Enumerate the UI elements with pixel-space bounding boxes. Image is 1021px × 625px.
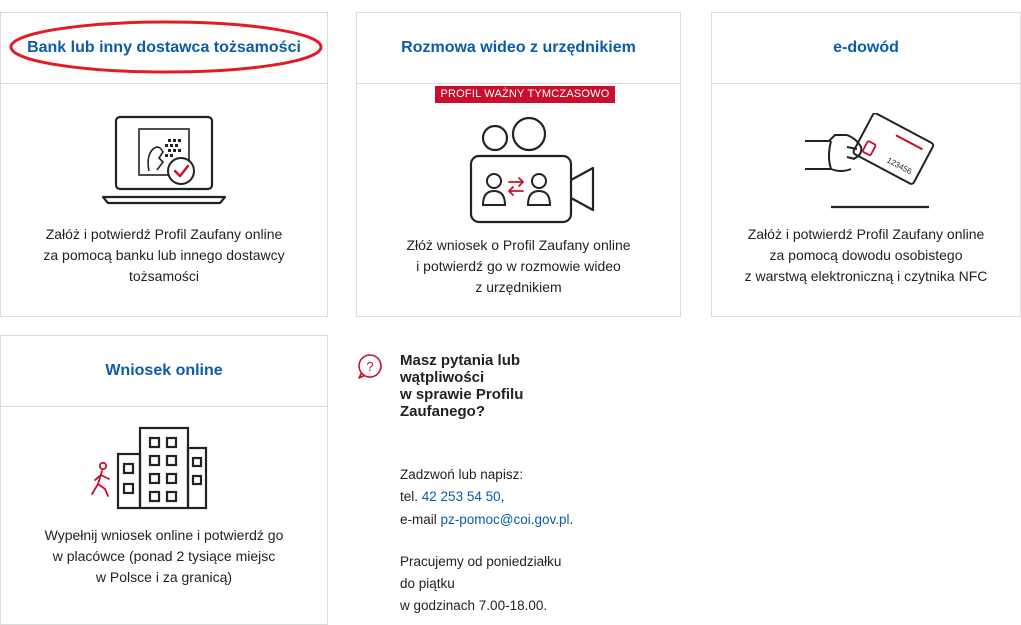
card-video[interactable]: Rozmowa wideo z urzędnikiem Złóż wniosek…: [356, 12, 681, 317]
building-walk-icon: [91, 426, 208, 510]
card-edowod-header: e-dowód: [712, 13, 1020, 84]
help-contact-intro: Zadzwoń lub napisz:: [400, 467, 524, 482]
laptop-identity-icon: [101, 115, 227, 205]
card-online-application-header: Wniosek online: [1, 336, 327, 407]
help-hours-3: w godzinach 7.00-18.00.: [400, 598, 548, 613]
help-hours-1: Pracujemy od poniedziałku: [400, 554, 562, 569]
question-bubble-icon: ?: [358, 354, 382, 379]
card-bank-title[interactable]: Bank lub inny dostawca tożsamości: [27, 39, 301, 57]
email-link[interactable]: pz-pomoc@coi.gov.pl: [441, 512, 570, 527]
card-edowod-description: Załóż i potwierdź Profil Zaufany online …: [744, 226, 988, 284]
video-call-icon: [469, 116, 594, 224]
card-video-header: Rozmowa wideo z urzędnikiem: [357, 13, 680, 84]
card-bank-description: Załóż i potwierdź Profil Zaufany online …: [43, 226, 285, 284]
card-online-application-title[interactable]: Wniosek online: [105, 362, 222, 380]
card-video-title[interactable]: Rozmowa wideo z urzędnikiem: [401, 39, 636, 57]
card-edowod-title[interactable]: e-dowód: [833, 39, 899, 57]
help-phone: tel. 42 253 54 50,: [400, 489, 505, 504]
svg-text:?: ?: [366, 359, 373, 374]
card-bank[interactable]: Bank lub inny dostawca tożsamości Załóż …: [0, 12, 328, 317]
card-bank-header: Bank lub inny dostawca tożsamości: [1, 13, 327, 84]
e-id-card-icon: 123456: [805, 113, 935, 209]
temporary-profile-badge: PROFIL WAŻNY TYMCZASOWO: [435, 86, 615, 103]
card-online-application-description: Wypełnij wniosek online i potwierdź go w…: [44, 527, 284, 585]
card-edowod[interactable]: e-dowód 123456 Załóż i potwierdź Profil …: [711, 12, 1021, 317]
help-email: e-mail pz-pomoc@coi.gov.pl.: [400, 512, 574, 527]
card-online-application[interactable]: Wniosek online Wypełnij wniosek online i…: [0, 335, 328, 625]
phone-link[interactable]: 42 253 54 50: [422, 489, 501, 504]
help-hours-2: do piątku: [400, 576, 455, 591]
card-video-description: Złóż wniosek o Profil Zaufany online i p…: [406, 237, 631, 295]
help-title: Masz pytania lub wątpliwości w sprawie P…: [400, 352, 524, 420]
